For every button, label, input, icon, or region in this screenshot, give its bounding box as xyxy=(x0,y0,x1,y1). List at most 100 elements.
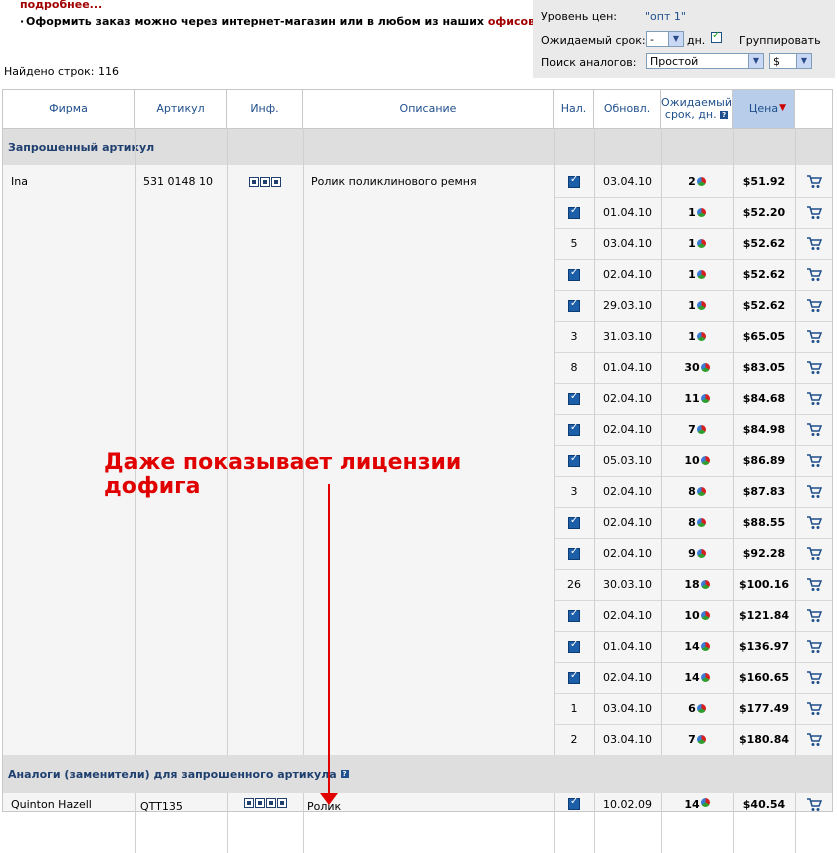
info-doc-icon[interactable] xyxy=(254,798,265,808)
term-cell: 1 xyxy=(661,290,733,321)
shopping-cart-icon[interactable] xyxy=(806,701,822,716)
firm-name[interactable]: Quinton Hazell xyxy=(11,798,92,811)
supplier-stats-pie-icon[interactable] xyxy=(696,301,706,310)
updated-cell: 05.03.10 xyxy=(594,445,661,476)
supplier-stats-pie-icon[interactable] xyxy=(696,239,706,248)
shopping-cart-icon[interactable] xyxy=(806,267,822,282)
shopping-cart-icon[interactable] xyxy=(806,732,822,747)
cart-cell[interactable] xyxy=(795,662,832,693)
currency-select[interactable]: $ ▼ xyxy=(769,53,812,69)
cart-cell[interactable] xyxy=(795,693,832,724)
price-cell: $121.84 xyxy=(733,600,795,631)
col-stock[interactable]: Нал. xyxy=(554,90,594,128)
price-cell: $100.16 xyxy=(733,569,795,600)
shopping-cart-icon[interactable] xyxy=(806,422,822,437)
info-doc-icon[interactable] xyxy=(243,798,254,808)
price-cell: $180.84 xyxy=(733,724,795,755)
cart-cell[interactable] xyxy=(795,476,832,507)
supplier-stats-pie-icon[interactable] xyxy=(700,363,710,372)
supplier-stats-pie-icon[interactable] xyxy=(696,549,706,558)
price-level-value[interactable]: "опт 1" xyxy=(645,10,686,23)
more-link[interactable]: подробнее... xyxy=(20,0,530,12)
supplier-stats-pie-icon[interactable] xyxy=(700,673,710,682)
shopping-cart-icon[interactable] xyxy=(806,391,822,406)
cart-cell[interactable] xyxy=(795,538,832,569)
supplier-stats-pie-icon[interactable] xyxy=(700,394,710,403)
cart-cell[interactable] xyxy=(795,600,832,631)
shopping-cart-icon[interactable] xyxy=(806,515,822,530)
shopping-cart-icon[interactable] xyxy=(806,608,822,623)
shopping-cart-icon[interactable] xyxy=(806,329,822,344)
info-doc-icon[interactable] xyxy=(271,176,281,187)
col-term[interactable]: Ожидаемый срок, дн. ? xyxy=(661,90,733,128)
article-number[interactable]: 531 0148 10 xyxy=(143,175,213,188)
supplier-stats-pie-icon[interactable] xyxy=(696,332,706,341)
supplier-stats-pie-icon[interactable] xyxy=(700,456,710,465)
cart-cell[interactable] xyxy=(795,321,832,352)
shopping-cart-icon[interactable] xyxy=(806,484,822,499)
shopping-cart-icon[interactable] xyxy=(806,205,822,220)
firm-name[interactable]: Ina xyxy=(11,175,28,188)
chevron-down-icon: ▼ xyxy=(668,32,683,46)
offices-link[interactable]: офисов xyxy=(488,15,535,28)
shopping-cart-icon[interactable] xyxy=(806,639,822,654)
help-question-icon[interactable]: ? xyxy=(340,770,349,778)
annotation-arrow-head xyxy=(320,793,338,805)
shopping-cart-icon[interactable] xyxy=(806,546,822,561)
cart-cell[interactable] xyxy=(795,724,832,755)
shopping-cart-icon[interactable] xyxy=(806,798,822,812)
cart-cell[interactable] xyxy=(795,793,832,824)
cart-cell[interactable] xyxy=(795,228,832,259)
shopping-cart-icon[interactable] xyxy=(806,236,822,251)
info-doc-icon[interactable] xyxy=(276,798,287,808)
shopping-cart-icon[interactable] xyxy=(806,298,822,313)
col-price[interactable]: Цена ▼ xyxy=(733,90,795,128)
analog-select[interactable]: Простой ▼ xyxy=(646,53,764,69)
info-doc-icon[interactable] xyxy=(265,798,276,808)
cart-cell[interactable] xyxy=(795,414,832,445)
analog-label: Поиск аналогов: xyxy=(541,56,637,69)
supplier-stats-pie-icon[interactable] xyxy=(696,518,706,527)
col-description[interactable]: Описание xyxy=(303,90,554,128)
supplier-stats-pie-icon[interactable] xyxy=(696,487,706,496)
shopping-cart-icon[interactable] xyxy=(806,670,822,685)
cart-cell[interactable] xyxy=(795,507,832,538)
supplier-stats-pie-icon[interactable] xyxy=(700,611,710,620)
cart-cell[interactable] xyxy=(795,383,832,414)
in-stock-check-icon xyxy=(568,515,580,529)
supplier-stats-pie-icon[interactable] xyxy=(700,580,710,589)
cart-cell[interactable] xyxy=(795,290,832,321)
cart-cell[interactable] xyxy=(795,569,832,600)
supplier-stats-pie-icon[interactable] xyxy=(696,704,706,713)
supplier-stats-pie-icon[interactable] xyxy=(696,177,706,186)
shopping-cart-icon[interactable] xyxy=(806,174,822,189)
cart-cell[interactable] xyxy=(795,166,832,197)
price-value: $87.83 xyxy=(742,485,786,498)
help-question-icon[interactable]: ? xyxy=(720,111,729,119)
group-checkbox[interactable] xyxy=(711,30,722,43)
shopping-cart-icon[interactable] xyxy=(806,453,822,468)
cart-cell[interactable] xyxy=(795,445,832,476)
stock-qty: 1 xyxy=(570,702,578,715)
supplier-stats-pie-icon[interactable] xyxy=(696,208,706,217)
info-doc-icon[interactable] xyxy=(260,176,270,187)
col-article[interactable]: Артикул xyxy=(135,90,227,128)
supplier-stats-pie-icon[interactable] xyxy=(696,425,706,434)
supplier-stats-pie-icon[interactable] xyxy=(700,798,710,807)
cart-cell[interactable] xyxy=(795,631,832,662)
price-cell: $84.68 xyxy=(733,383,795,414)
cart-cell[interactable] xyxy=(795,197,832,228)
chevron-down-icon: ▼ xyxy=(796,54,811,68)
cart-cell[interactable] xyxy=(795,352,832,383)
col-updated[interactable]: Обновл. xyxy=(594,90,661,128)
col-firm[interactable]: Фирма xyxy=(3,90,135,128)
term-select[interactable]: - ▼ xyxy=(646,31,684,47)
supplier-stats-pie-icon[interactable] xyxy=(700,642,710,651)
cart-cell[interactable] xyxy=(795,259,832,290)
info-doc-icon[interactable] xyxy=(249,176,259,187)
shopping-cart-icon[interactable] xyxy=(806,577,822,592)
shopping-cart-icon[interactable] xyxy=(806,360,822,375)
supplier-stats-pie-icon[interactable] xyxy=(696,270,706,279)
supplier-stats-pie-icon[interactable] xyxy=(696,735,706,744)
article-number[interactable]: QTT135 xyxy=(140,800,183,813)
